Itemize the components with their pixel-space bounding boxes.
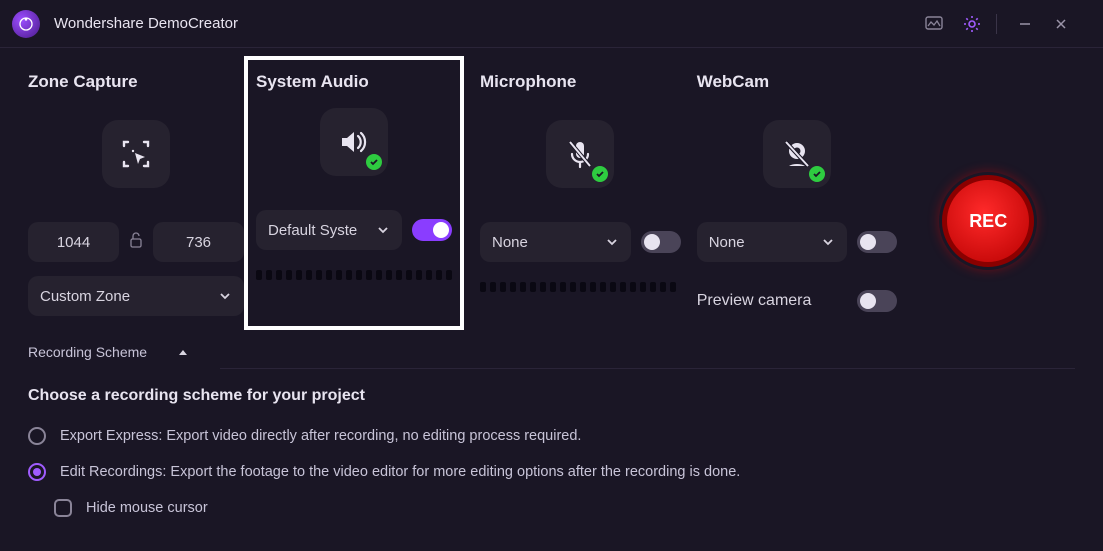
caret-up-icon xyxy=(177,347,189,357)
recording-scheme-toggle[interactable]: Recording Scheme xyxy=(0,344,1103,360)
radio-selected-icon xyxy=(28,463,46,481)
title-bar: Wondershare DemoCreator xyxy=(0,0,1103,48)
zone-mode-dropdown[interactable]: Custom Zone xyxy=(28,276,244,316)
system-audio-icon-button[interactable] xyxy=(320,108,388,176)
title-divider xyxy=(996,14,997,34)
radio-icon xyxy=(28,427,46,445)
status-enabled-badge xyxy=(592,166,608,182)
record-button[interactable]: REC xyxy=(942,175,1034,267)
close-button[interactable] xyxy=(1043,10,1079,38)
height-input[interactable]: 736 xyxy=(153,222,244,262)
chevron-down-icon xyxy=(218,289,232,303)
system-audio-level-meter xyxy=(256,270,452,280)
aspect-lock-icon[interactable] xyxy=(129,232,143,253)
zone-mode-label: Custom Zone xyxy=(40,288,218,305)
scheme-option-edit-recordings[interactable]: Edit Recordings: Export the footage to t… xyxy=(28,463,1075,481)
app-logo xyxy=(12,10,40,38)
system-audio-column: System Audio Default Syste xyxy=(244,56,464,330)
status-enabled-badge xyxy=(809,166,825,182)
webcam-device-label: None xyxy=(709,234,822,251)
settings-icon[interactable] xyxy=(958,10,986,38)
hide-mouse-cursor-option[interactable]: Hide mouse cursor xyxy=(54,499,1075,517)
speaker-icon xyxy=(336,124,372,160)
hide-mouse-cursor-label: Hide mouse cursor xyxy=(86,500,208,516)
webcam-device-dropdown[interactable]: None xyxy=(697,222,848,262)
width-input[interactable]: 1044 xyxy=(28,222,119,262)
webcam-toggle[interactable] xyxy=(857,231,897,253)
microphone-device-label: None xyxy=(492,234,605,251)
scheme-title: Choose a recording scheme for your proje… xyxy=(28,387,1075,405)
checkbox-icon xyxy=(54,499,72,517)
chevron-down-icon xyxy=(376,223,390,237)
microphone-device-dropdown[interactable]: None xyxy=(480,222,631,262)
capture-options: Zone Capture 1044 736 Custom Zone System… xyxy=(0,48,1103,330)
scheme-option-label: Export Express: Export video directly af… xyxy=(60,428,581,444)
recording-scheme-panel: Choose a recording scheme for your proje… xyxy=(0,369,1103,517)
chevron-down-icon xyxy=(605,235,619,249)
zone-capture-column: Zone Capture 1044 736 Custom Zone xyxy=(28,72,244,330)
microphone-icon-button[interactable] xyxy=(546,120,614,188)
recording-scheme-label: Recording Scheme xyxy=(28,344,147,360)
zone-capture-title: Zone Capture xyxy=(28,72,244,92)
preview-camera-toggle[interactable] xyxy=(857,290,897,312)
minimize-button[interactable] xyxy=(1007,10,1043,38)
zone-capture-icon-button[interactable] xyxy=(102,120,170,188)
system-audio-device-label: Default Syste xyxy=(268,222,376,239)
app-title: Wondershare DemoCreator xyxy=(54,15,238,32)
webcam-off-icon xyxy=(779,136,815,172)
preview-camera-label: Preview camera xyxy=(697,292,812,310)
webcam-column: WebCam None Preview camera xyxy=(681,72,898,330)
microphone-toggle[interactable] xyxy=(641,231,681,253)
system-audio-title: System Audio xyxy=(256,72,452,92)
microphone-muted-icon xyxy=(562,136,598,172)
webcam-title: WebCam xyxy=(697,72,898,92)
webcam-icon-button[interactable] xyxy=(763,120,831,188)
editor-icon[interactable] xyxy=(920,10,948,38)
microphone-title: Microphone xyxy=(480,72,681,92)
status-enabled-badge xyxy=(366,154,382,170)
system-audio-device-dropdown[interactable]: Default Syste xyxy=(256,210,402,250)
microphone-column: Microphone None xyxy=(464,72,681,330)
scheme-option-export-express[interactable]: Export Express: Export video directly af… xyxy=(28,427,1075,445)
scheme-option-label: Edit Recordings: Export the footage to t… xyxy=(60,464,740,480)
fullscreen-select-icon xyxy=(118,136,154,172)
system-audio-toggle[interactable] xyxy=(412,219,452,241)
record-column: REC xyxy=(897,72,1079,330)
chevron-down-icon xyxy=(821,235,835,249)
microphone-level-meter xyxy=(480,282,681,292)
